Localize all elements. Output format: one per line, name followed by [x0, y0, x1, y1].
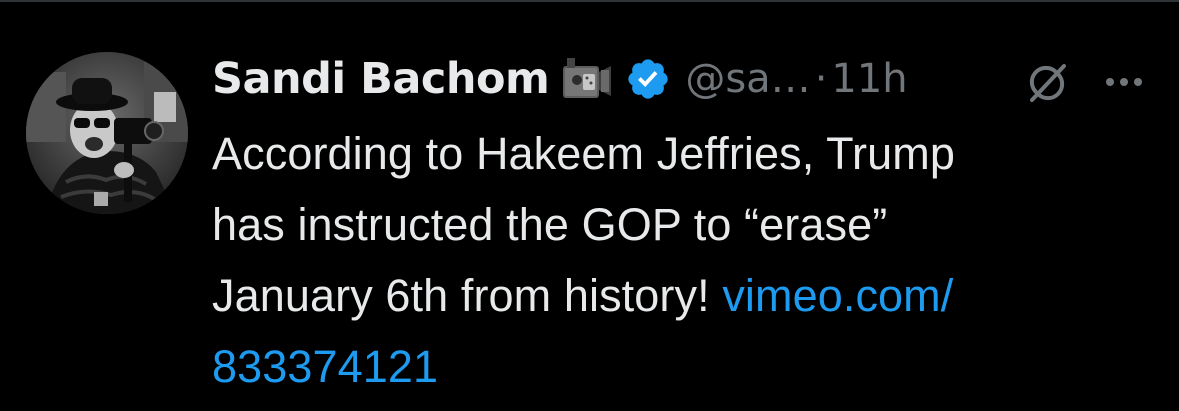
camera-emoji-icon: [563, 58, 612, 98]
tweet-link[interactable]: vimeo.com/: [722, 270, 953, 321]
more-options-icon[interactable]: [1102, 62, 1146, 102]
tweet-text-segment: January 6th from history!: [212, 270, 723, 321]
display-name[interactable]: Sandi Bachom: [212, 54, 550, 104]
avatar-photo: [26, 52, 188, 214]
tweet-link-continued[interactable]: 833374121: [212, 331, 1132, 402]
tweet[interactable]: Sandi Bachom @sa… · 11h According to Hak…: [0, 0, 1179, 411]
avatar[interactable]: [26, 52, 188, 214]
handle[interactable]: @sa…: [685, 56, 810, 102]
tweet-header: Sandi Bachom @sa… · 11h: [212, 48, 908, 110]
tweet-text: According to Hakeem Jeffries, Trump has …: [212, 118, 1132, 402]
tweet-text-line: According to Hakeem Jeffries, Trump: [212, 128, 955, 179]
tweet-text-line: has instructed the GOP to “erase”: [212, 199, 888, 250]
separator-dot: ·: [814, 56, 828, 102]
verified-badge-icon[interactable]: [625, 56, 671, 102]
timestamp[interactable]: 11h: [831, 56, 907, 102]
grok-icon[interactable]: [1022, 58, 1072, 108]
tweet-text-line: January 6th from history! vimeo.com/: [212, 260, 1132, 331]
